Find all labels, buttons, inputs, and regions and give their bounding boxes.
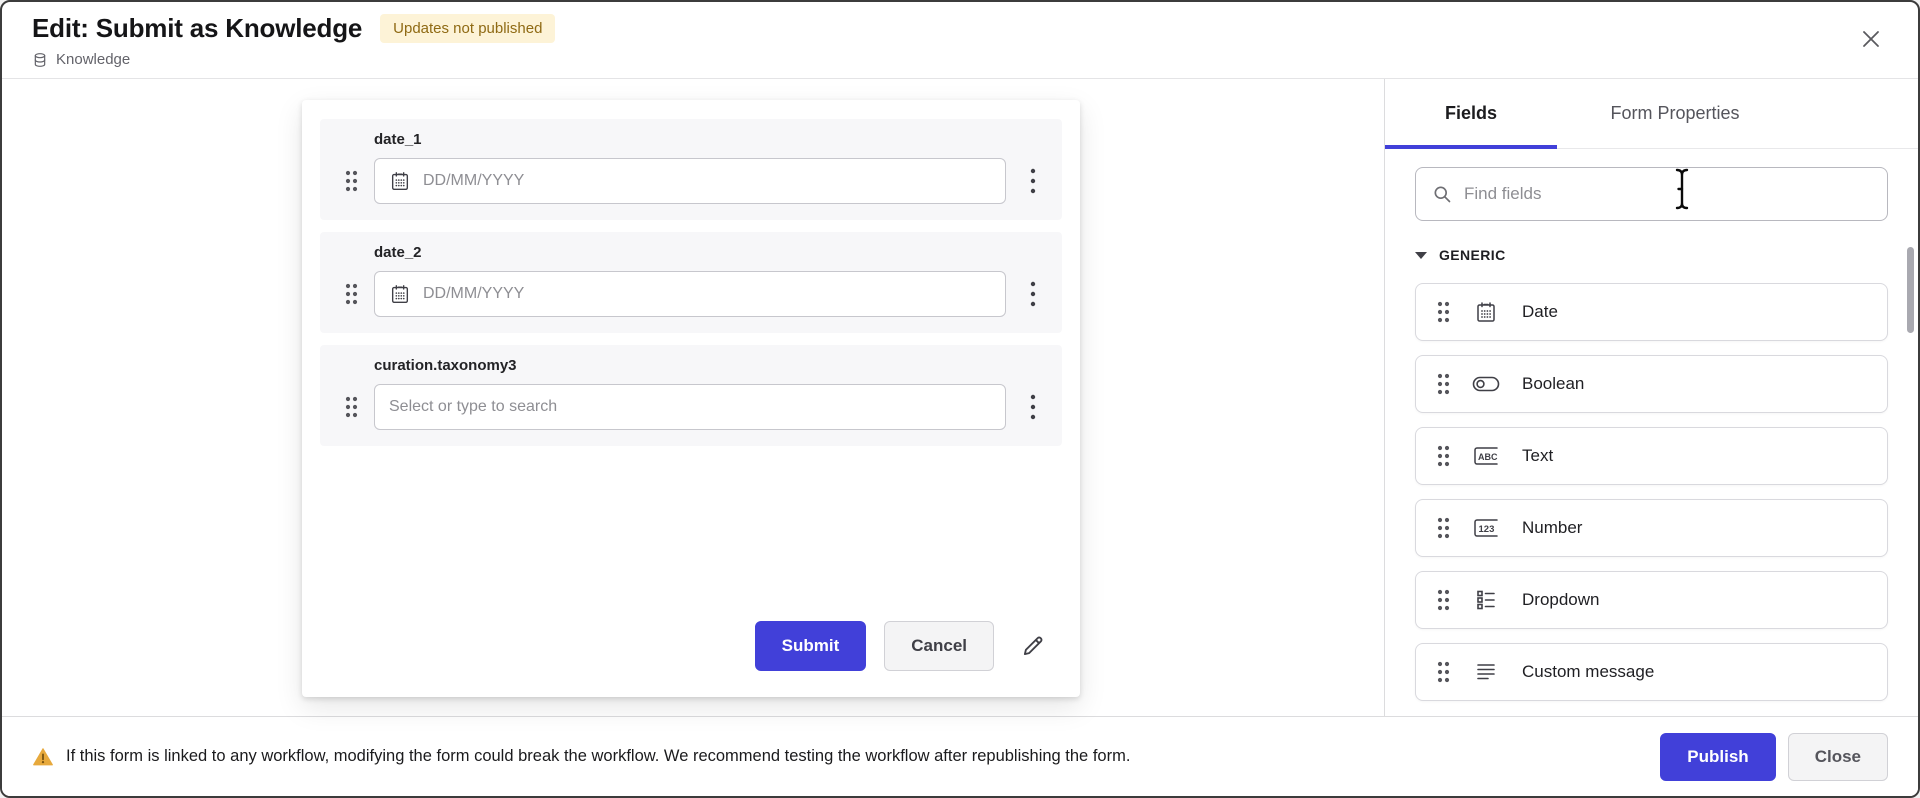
form-canvas: date_1 DD/MM/YYYY date_2 DD/MM/YYYY cura… <box>2 79 1384 716</box>
breadcrumb: Knowledge <box>32 51 1888 68</box>
calendar-icon <box>391 172 409 190</box>
field-type-label: Text <box>1522 446 1554 465</box>
form-field-date-2[interactable]: date_2 <box>320 232 1062 333</box>
field-menu-kebab-icon[interactable] <box>1016 131 1050 204</box>
field-label: curation.taxonomy3 <box>374 357 517 374</box>
title-row: Edit: Submit as Knowledge Updates not pu… <box>32 13 1888 44</box>
publish-button[interactable]: Publish <box>1660 732 1776 781</box>
field-body: curation.taxonomy3 <box>374 357 1016 430</box>
status-badge: Updates not published <box>380 14 556 43</box>
field-type-label: Dropdown <box>1522 590 1600 609</box>
taxonomy-field[interactable] <box>389 398 991 416</box>
footer: If this form is linked to any workflow, … <box>2 716 1918 796</box>
sidebar-scrollbar[interactable] <box>1907 247 1914 333</box>
form-actions: Submit Cancel <box>320 621 1062 671</box>
field-menu-kebab-icon[interactable] <box>1016 244 1050 317</box>
submit-button[interactable]: Submit <box>754 621 867 671</box>
field-type-label: Boolean <box>1522 374 1585 393</box>
select-input[interactable] <box>374 384 1006 430</box>
warning-icon <box>33 747 53 765</box>
drag-handle-icon[interactable] <box>328 131 374 204</box>
calendar-icon <box>391 285 409 303</box>
toggle-icon <box>1472 376 1500 392</box>
tab-form-properties[interactable]: Form Properties <box>1557 79 1793 148</box>
field-type-label: Date <box>1522 302 1558 321</box>
field-body: date_1 <box>374 131 1016 204</box>
section-label: GENERIC <box>1439 247 1506 263</box>
field-label: date_1 <box>374 131 422 148</box>
field-type-label: Number <box>1522 518 1583 537</box>
header: Edit: Submit as Knowledge Updates not pu… <box>2 2 1918 79</box>
find-fields-input[interactable] <box>1464 184 1871 204</box>
close-button[interactable]: Close <box>1787 732 1888 781</box>
field-type-date[interactable]: Date <box>1415 283 1888 341</box>
field-label: date_2 <box>374 244 422 261</box>
drag-handle-icon[interactable] <box>328 244 374 317</box>
text-lines-icon <box>1477 664 1495 680</box>
sidebar-tabs: Fields Form Properties <box>1385 79 1918 149</box>
fields-sidebar: Fields Form Properties Find fields GENER… <box>1384 79 1918 716</box>
date-input[interactable] <box>374 158 1006 204</box>
drag-handle-icon <box>1437 373 1450 395</box>
field-type-boolean[interactable]: Boolean <box>1415 355 1888 413</box>
number-123-icon: 123 <box>1474 519 1498 537</box>
drag-handle-icon <box>1437 301 1450 323</box>
drag-handle-icon[interactable] <box>328 357 374 430</box>
date-input[interactable] <box>374 271 1006 317</box>
body: date_1 DD/MM/YYYY date_2 DD/MM/YYYY cura… <box>2 79 1918 716</box>
date-1-field[interactable] <box>423 172 991 190</box>
field-type-list: Date Boolean ABC Text 123 Number Dropdow… <box>1385 283 1918 716</box>
close-icon[interactable] <box>1856 24 1886 54</box>
cancel-button[interactable]: Cancel <box>884 621 994 671</box>
date-2-field[interactable] <box>423 285 991 303</box>
field-type-custom-message[interactable]: Custom message <box>1415 643 1888 701</box>
svg-text:ABC: ABC <box>1478 452 1498 462</box>
field-menu-kebab-icon[interactable] <box>1016 357 1050 430</box>
svg-text:123: 123 <box>1479 524 1495 535</box>
search-icon <box>1434 186 1451 203</box>
field-type-dropdown[interactable]: Dropdown <box>1415 571 1888 629</box>
field-type-text[interactable]: ABC Text <box>1415 427 1888 485</box>
form-editor-modal: Edit: Submit as Knowledge Updates not pu… <box>0 0 1920 798</box>
drag-handle-icon <box>1437 589 1450 611</box>
breadcrumb-label: Knowledge <box>56 51 131 68</box>
drag-handle-icon <box>1437 517 1450 539</box>
field-type-number[interactable]: 123 Number <box>1415 499 1888 557</box>
search-box[interactable] <box>1415 167 1888 221</box>
database-icon <box>34 52 46 67</box>
tab-fields[interactable]: Fields <box>1385 79 1557 149</box>
list-icon <box>1477 590 1495 610</box>
field-body: date_2 <box>374 244 1016 317</box>
chevron-down-icon <box>1415 251 1427 259</box>
field-type-label: Custom message <box>1522 662 1655 681</box>
page-title: Edit: Submit as Knowledge <box>32 13 363 43</box>
calendar-icon <box>1477 302 1495 322</box>
workflow-warning-text: If this form is linked to any workflow, … <box>66 747 1131 765</box>
drag-handle-icon <box>1437 445 1450 467</box>
edit-buttons-pencil-icon[interactable] <box>1020 633 1046 659</box>
abc-icon: ABC <box>1474 447 1498 465</box>
form-field-date-1[interactable]: date_1 <box>320 119 1062 220</box>
drag-handle-icon <box>1437 661 1450 683</box>
form-field-taxonomy[interactable]: curation.taxonomy3 <box>320 345 1062 446</box>
section-generic[interactable]: GENERIC <box>1385 235 1918 283</box>
form-preview-card: date_1 DD/MM/YYYY date_2 DD/MM/YYYY cura… <box>302 100 1080 697</box>
search-area <box>1385 149 1918 235</box>
